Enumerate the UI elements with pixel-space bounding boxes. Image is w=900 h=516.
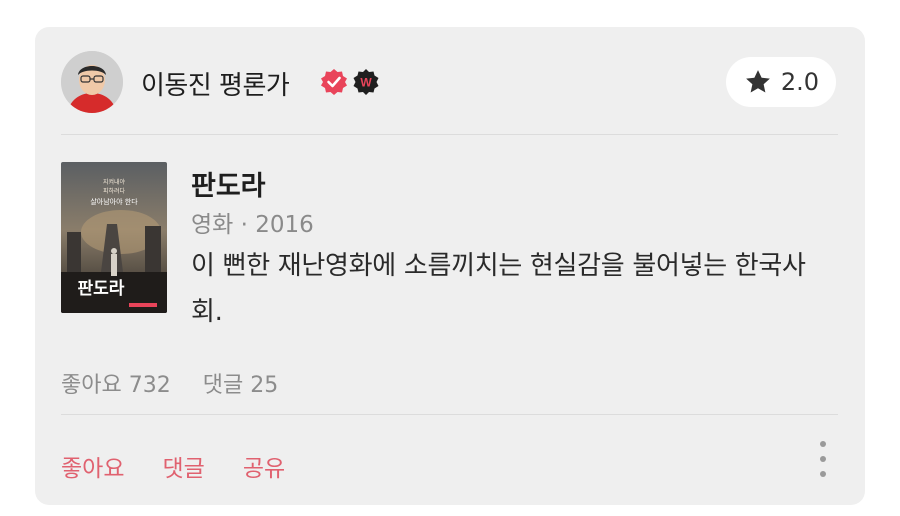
rating-badge: 2.0 [726, 57, 836, 107]
movie-poster[interactable]: 지켜내야 피하려다 살아남아야 한다 판도라 [61, 162, 167, 313]
review-header: 이동진 평론가 W 2.0 [35, 27, 865, 135]
movie-title[interactable]: 판도라 [191, 164, 266, 203]
star-icon [746, 70, 770, 93]
action-bar: 좋아요 댓글 공유 [61, 449, 285, 483]
verified-check-icon [319, 67, 349, 97]
avatar[interactable] [61, 51, 123, 113]
author-name[interactable]: 이동진 평론가 [141, 65, 290, 102]
svg-text:판도라: 판도라 [78, 279, 125, 299]
svg-text:살아남아야 한다: 살아남아야 한다 [90, 197, 138, 206]
comment-count: 댓글 25 [202, 373, 279, 398]
svg-text:피하려다: 피하려다 [103, 187, 126, 195]
like-count: 좋아요 732 [61, 373, 171, 398]
more-options-icon[interactable] [813, 441, 833, 477]
comment-button[interactable]: 댓글 [162, 449, 204, 483]
review-text[interactable]: 이 뻔한 재난영화에 소름끼치는 현실감을 불어넣는 한국사회. [191, 243, 831, 335]
review-card: 이동진 평론가 W 2.0 지켜내야 피하려다 살아남아야 한다 판도라 판도라… [35, 27, 865, 505]
svg-text:지켜내야: 지켜내야 [103, 178, 126, 186]
watcha-badge-icon: W [352, 68, 380, 96]
share-button[interactable]: 공유 [243, 449, 285, 483]
movie-meta: 영화 · 2016 [191, 212, 314, 238]
rating-value: 2.0 [780, 68, 820, 96]
like-button[interactable]: 좋아요 [61, 449, 124, 483]
divider [61, 134, 838, 135]
review-stats: 좋아요 732 댓글 25 [61, 367, 278, 399]
divider [61, 414, 838, 415]
svg-text:W: W [360, 76, 372, 90]
